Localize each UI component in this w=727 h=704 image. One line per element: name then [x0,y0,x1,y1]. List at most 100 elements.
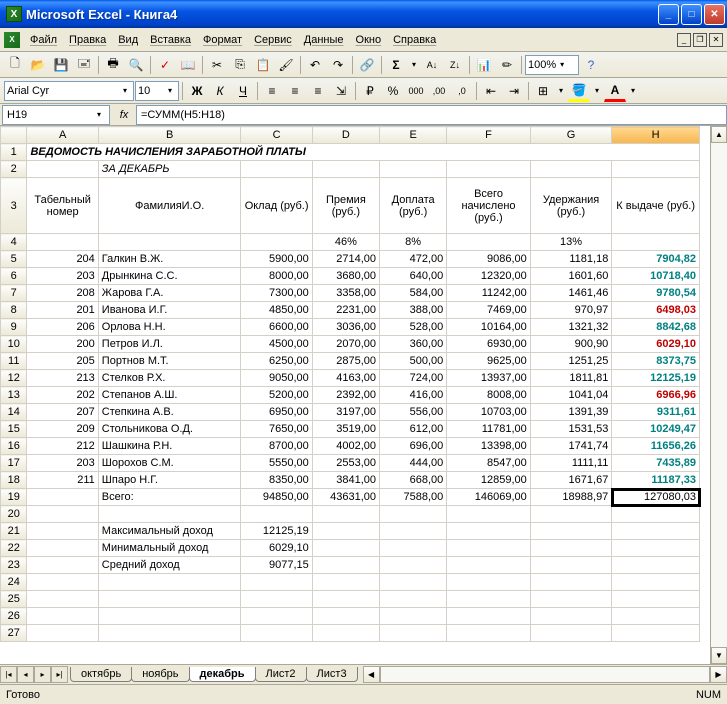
row-hdr[interactable]: 25 [1,591,27,608]
cell[interactable]: 2875,00 [312,353,379,370]
cell[interactable]: 12320,00 [447,268,531,285]
row-hdr[interactable]: 14 [1,404,27,421]
undo-icon[interactable]: ↶ [304,54,326,76]
autosum-dropdown[interactable]: ▾ [408,60,420,69]
row-hdr[interactable]: 15 [1,421,27,438]
cell[interactable]: 640,00 [380,268,447,285]
font-color-dropdown[interactable]: ▾ [627,86,639,95]
cell[interactable]: 5550,00 [241,455,312,472]
hdr-e[interactable]: Доплата (руб.) [380,178,447,234]
cell[interactable]: 12859,00 [447,472,531,489]
cell[interactable]: 444,00 [380,455,447,472]
fill-dropdown[interactable]: ▾ [591,86,603,95]
row-hdr[interactable]: 23 [1,557,27,574]
select-all-corner[interactable] [1,127,27,144]
cell[interactable]: 556,00 [380,404,447,421]
help-icon[interactable]: ? [580,54,602,76]
cell[interactable]: 724,00 [380,370,447,387]
row-hdr[interactable]: 9 [1,319,27,336]
cell[interactable]: 416,00 [380,387,447,404]
spell-icon[interactable]: ✓ [154,54,176,76]
row-hdr[interactable]: 8 [1,302,27,319]
row-hdr[interactable]: 10 [1,336,27,353]
maximize-button[interactable]: □ [681,4,702,25]
cell[interactable]: 4163,00 [312,370,379,387]
menu-window[interactable]: Окно [350,32,388,48]
cell[interactable]: 9780,54 [612,285,700,302]
doc-close-button[interactable]: ✕ [709,33,723,47]
hdr-a[interactable]: Табельный номер [27,178,98,234]
cell[interactable]: 900,90 [530,336,612,353]
col-hdr-A[interactable]: A [27,127,98,144]
cell[interactable]: 3841,00 [312,472,379,489]
cell[interactable]: 10249,47 [612,421,700,438]
row-hdr[interactable]: 1 [1,144,27,161]
name-box[interactable]: H19▾ [2,105,110,125]
selected-cell[interactable]: 127080,03 [612,489,700,506]
menu-insert[interactable]: Вставка [144,32,197,48]
scroll-down-icon[interactable]: ▼ [711,647,727,664]
cell[interactable]: 8700,00 [241,438,312,455]
cell[interactable]: Стольникова О.Д. [98,421,241,438]
sheet-tab[interactable]: октябрь [70,667,132,682]
cell[interactable]: Степанов А.Ш. [98,387,241,404]
cell[interactable]: 6498,03 [612,302,700,319]
sheet-tab[interactable]: декабрь [189,667,256,682]
row-hdr[interactable]: 19 [1,489,27,506]
menu-edit[interactable]: Правка [63,32,112,48]
cell[interactable]: 500,00 [380,353,447,370]
cell[interactable]: Степкина А.В. [98,404,241,421]
cell[interactable]: 206 [27,319,98,336]
inc-indent-icon[interactable]: ⇥ [503,80,525,102]
cell[interactable]: 2392,00 [312,387,379,404]
cell[interactable]: 1391,39 [530,404,612,421]
tab-last-icon[interactable]: ▸| [51,666,68,683]
cell[interactable]: 5200,00 [241,387,312,404]
cell[interactable]: 3036,00 [312,319,379,336]
menu-format[interactable]: Формат [197,32,248,48]
cell[interactable]: 7904,82 [612,251,700,268]
cell[interactable]: 9625,00 [447,353,531,370]
cell[interactable]: 8350,00 [241,472,312,489]
cell[interactable]: 205 [27,353,98,370]
scroll-up-icon[interactable]: ▲ [711,126,727,143]
cell[interactable]: Стелков Р.Х. [98,370,241,387]
cell[interactable]: 8008,00 [447,387,531,404]
comma-icon[interactable]: 000 [405,80,427,102]
cell[interactable]: Жарова Г.А. [98,285,241,302]
sheet-tab[interactable]: ноябрь [131,667,189,682]
cell[interactable]: 13398,00 [447,438,531,455]
row-hdr[interactable]: 2 [1,161,27,178]
row-hdr[interactable]: 20 [1,506,27,523]
hdr-d[interactable]: Премия (руб.) [312,178,379,234]
cell[interactable]: 209 [27,421,98,438]
cell[interactable]: 668,00 [380,472,447,489]
align-right-icon[interactable]: ≡ [307,80,329,102]
preview-icon[interactable]: 🔍 [125,54,147,76]
cell[interactable]: 7650,00 [241,421,312,438]
borders-dropdown[interactable]: ▾ [555,86,567,95]
scrollbar-vertical[interactable]: ▲ ▼ [710,126,727,664]
sheet-tab[interactable]: Лист3 [306,667,358,682]
font-combo[interactable]: Arial Cyr▾ [4,81,134,101]
cell[interactable]: 203 [27,455,98,472]
menu-file[interactable]: Файл [24,32,63,48]
row-hdr[interactable]: 3 [1,178,27,234]
app-menu-icon[interactable]: X [4,32,20,48]
sort-desc-icon[interactable]: Z↓ [444,54,466,76]
cell[interactable]: 6950,00 [241,404,312,421]
borders-icon[interactable]: ⊞ [532,80,554,102]
cell[interactable]: 6600,00 [241,319,312,336]
cell[interactable]: 11781,00 [447,421,531,438]
cell[interactable]: 5900,00 [241,251,312,268]
cell[interactable]: 1111,11 [530,455,612,472]
cell[interactable]: 584,00 [380,285,447,302]
row-hdr[interactable]: 12 [1,370,27,387]
row-hdr[interactable]: 27 [1,625,27,642]
row-hdr[interactable]: 26 [1,608,27,625]
tab-first-icon[interactable]: |◂ [0,666,17,683]
cell[interactable]: 211 [27,472,98,489]
row-hdr[interactable]: 16 [1,438,27,455]
autosum-icon[interactable]: Σ [385,54,407,76]
scrollbar-horizontal[interactable]: ◀ ▶ [363,666,727,683]
